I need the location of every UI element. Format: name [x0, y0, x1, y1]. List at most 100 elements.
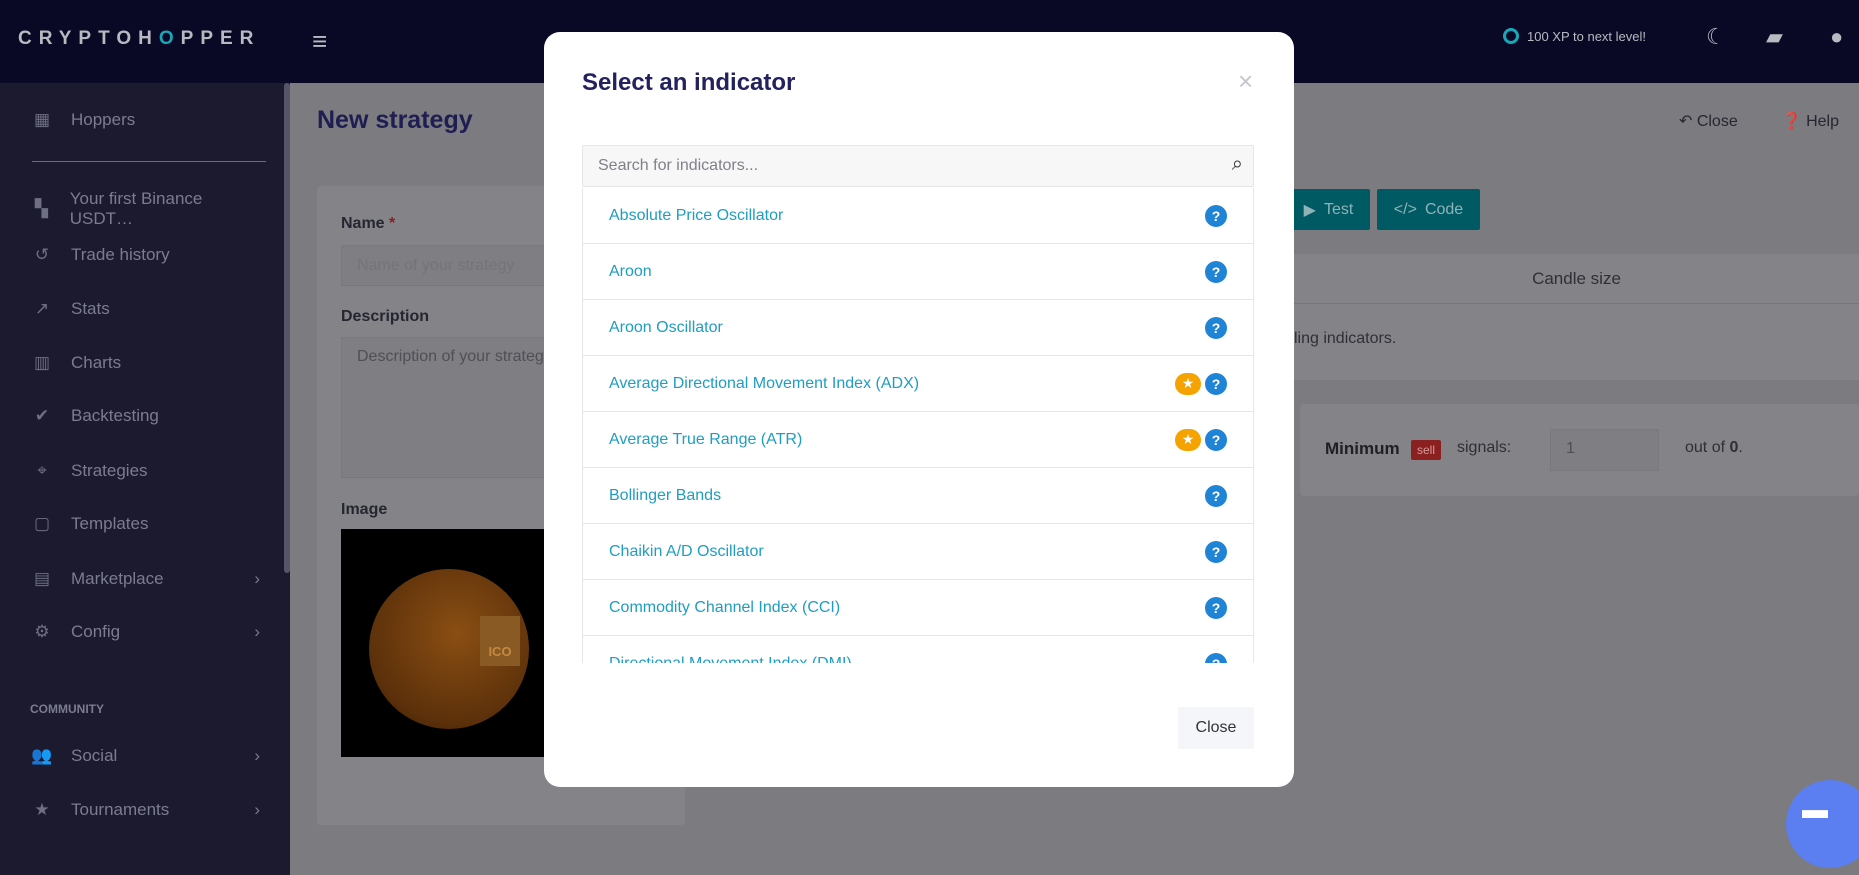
indicator-item[interactable]: Aroon Oscillator?	[583, 300, 1253, 356]
page-title: New strategy	[317, 106, 473, 134]
indicator-list[interactable]: Absolute Price Oscillator? Aroon? Aroon Os…	[582, 188, 1254, 663]
help-icon[interactable]: ?	[1205, 596, 1227, 619]
xp-ring-icon	[1503, 28, 1519, 44]
bar-chart-icon: ▥	[33, 353, 51, 372]
indicator-name: Absolute Price Oscillator	[609, 206, 784, 224]
signals-label: signals:	[1457, 439, 1512, 456]
chevron-right-icon: ›	[254, 569, 260, 588]
min-signals-input[interactable]: 1	[1550, 429, 1659, 471]
close-link[interactable]: ↶ Close	[1679, 111, 1738, 131]
modal-title: Select an indicator	[582, 69, 796, 96]
indicators-table: Candle size ling indicators.	[1294, 254, 1859, 380]
indicator-item[interactable]: Directional Movement Index (DMI)?	[583, 636, 1253, 663]
gear-icon: ⚙	[34, 622, 50, 641]
chevron-right-icon: ›	[254, 800, 260, 819]
xp-progress[interactable]: 100 XP to next level!	[1503, 28, 1646, 44]
indicator-name: Bollinger Bands	[609, 486, 722, 504]
minimum-signals-panel: Minimum sell signals: 1 out of 0.	[1300, 404, 1859, 496]
premium-star-icon: ★	[1175, 428, 1201, 451]
candle-size-header: Candle size	[1294, 254, 1859, 304]
clipboard-icon: ▢	[33, 514, 51, 533]
image-label: Image	[341, 501, 388, 518]
help-icon[interactable]: ?	[1205, 316, 1227, 339]
double-check-icon: ✔	[34, 406, 50, 425]
help-icon[interactable]: ?	[1205, 484, 1227, 507]
crosshair-icon: ⌖	[37, 461, 47, 480]
chat-icon[interactable]: ▰	[1766, 24, 1783, 50]
indicator-item[interactable]: Aroon?	[583, 244, 1253, 300]
help-icon[interactable]: ?	[1205, 540, 1227, 563]
chevron-right-icon: ›	[254, 622, 260, 641]
hamburger-menu-icon[interactable]: ≡	[312, 26, 327, 57]
indicator-item[interactable]: Average True Range (ATR) ★?	[583, 412, 1253, 468]
moon-icon[interactable]: ☾	[1706, 24, 1726, 50]
sidebar-item-config[interactable]: ⚙ Config ›	[30, 622, 260, 642]
code-icon: </>	[1393, 200, 1417, 218]
sidebar-item-hoppers[interactable]: ▦ Hoppers	[30, 110, 260, 130]
indicator-name: Commodity Channel Index (CCI)	[609, 598, 841, 616]
chevron-right-icon: ›	[254, 746, 260, 765]
select-indicator-modal: Select an indicator × ⌕ Absolute Price O…	[544, 32, 1294, 787]
search-icon[interactable]: ⌕	[1232, 153, 1243, 176]
sidebar-scrollbar[interactable]	[284, 83, 290, 573]
help-icon[interactable]: ?	[1205, 652, 1227, 663]
help-link[interactable]: ❓ Help	[1782, 111, 1839, 131]
ticket-icon: ★	[34, 800, 50, 819]
dashboard-icon: ▚	[34, 199, 48, 218]
community-heading: COMMUNITY	[30, 702, 104, 716]
help-icon[interactable]: ?	[1205, 204, 1227, 227]
indicator-name: Average Directional Movement Index (ADX)	[609, 374, 920, 392]
description-label: Description	[341, 308, 430, 325]
out-of-text: out of 0.	[1685, 439, 1743, 456]
test-button[interactable]: ▶ Test	[1287, 189, 1370, 230]
users-icon: 👥	[31, 746, 53, 765]
store-icon: ▤	[33, 569, 51, 588]
sidebar-item-charts[interactable]: ▥ Charts	[30, 353, 260, 373]
sidebar-divider	[32, 161, 266, 162]
name-label: Name *	[341, 215, 396, 232]
minimum-label: Minimum	[1325, 439, 1400, 458]
sidebar-item-trade-history[interactable]: ↺ Trade history	[30, 245, 260, 265]
close-icon[interactable]: ×	[1238, 66, 1253, 97]
user-icon[interactable]: ●	[1830, 24, 1843, 50]
sidebar-item-backtesting[interactable]: ✔ Backtesting	[30, 406, 260, 426]
premium-star-icon: ★	[1175, 372, 1201, 395]
logo[interactable]: CRYPTOHOPPER	[18, 28, 260, 50]
sidebar-item-your-first-binance-usdt[interactable]: ▚ Your first Binance USDT…	[30, 189, 260, 229]
history-icon: ↺	[34, 245, 50, 264]
indicator-item[interactable]: Commodity Channel Index (CCI)?	[583, 580, 1253, 636]
sidebar-item-strategies[interactable]: ⌖ Strategies	[30, 461, 260, 481]
help-icon[interactable]: ?	[1205, 428, 1227, 451]
sidebar-item-stats[interactable]: ↗ Stats	[30, 299, 260, 319]
chat-bubble-icon: ▬	[1802, 793, 1828, 824]
sidebar-item-tournaments[interactable]: ★ Tournaments ›	[30, 800, 260, 820]
indicator-item[interactable]: Absolute Price Oscillator?	[583, 188, 1253, 244]
sidebar-item-templates[interactable]: ▢ Templates	[30, 514, 260, 534]
sidebar-item-marketplace[interactable]: ▤ Marketplace ›	[30, 569, 260, 589]
indicator-search: ⌕	[582, 145, 1254, 187]
indicator-name: Directional Movement Index (DMI)	[609, 654, 852, 664]
help-icon[interactable]: ?	[1205, 372, 1227, 395]
play-icon: ▶	[1303, 201, 1316, 219]
indicator-name: Aroon Oscillator	[609, 318, 723, 336]
indicator-item[interactable]: Bollinger Bands?	[583, 468, 1253, 524]
chat-widget-button[interactable]: ▬	[1786, 780, 1859, 868]
indicator-item[interactable]: Chaikin A/D Oscillator?	[583, 524, 1253, 580]
ico-file-icon: ICO	[480, 616, 520, 666]
grid-icon: ▦	[33, 110, 51, 129]
indicator-name: Average True Range (ATR)	[609, 430, 803, 448]
sell-badge: sell	[1411, 440, 1442, 460]
undo-icon: ↶	[1678, 113, 1697, 130]
help-icon[interactable]: ?	[1205, 260, 1227, 283]
indicator-name: Aroon	[609, 262, 652, 280]
close-button[interactable]: Close	[1178, 707, 1254, 749]
indicator-name: Chaikin A/D Oscillator	[609, 542, 764, 560]
indicator-item[interactable]: Average Directional Movement Index (ADX)…	[583, 356, 1253, 412]
code-button[interactable]: </> Code	[1377, 189, 1480, 230]
table-empty-text: ling indicators.	[1294, 330, 1397, 347]
search-input[interactable]	[583, 146, 1183, 186]
sidebar-item-social[interactable]: 👥 Social ›	[30, 746, 260, 766]
xp-text: 100 XP to next level!	[1527, 28, 1647, 44]
help-icon: ❓	[1781, 113, 1807, 130]
trend-icon: ↗	[34, 299, 50, 318]
